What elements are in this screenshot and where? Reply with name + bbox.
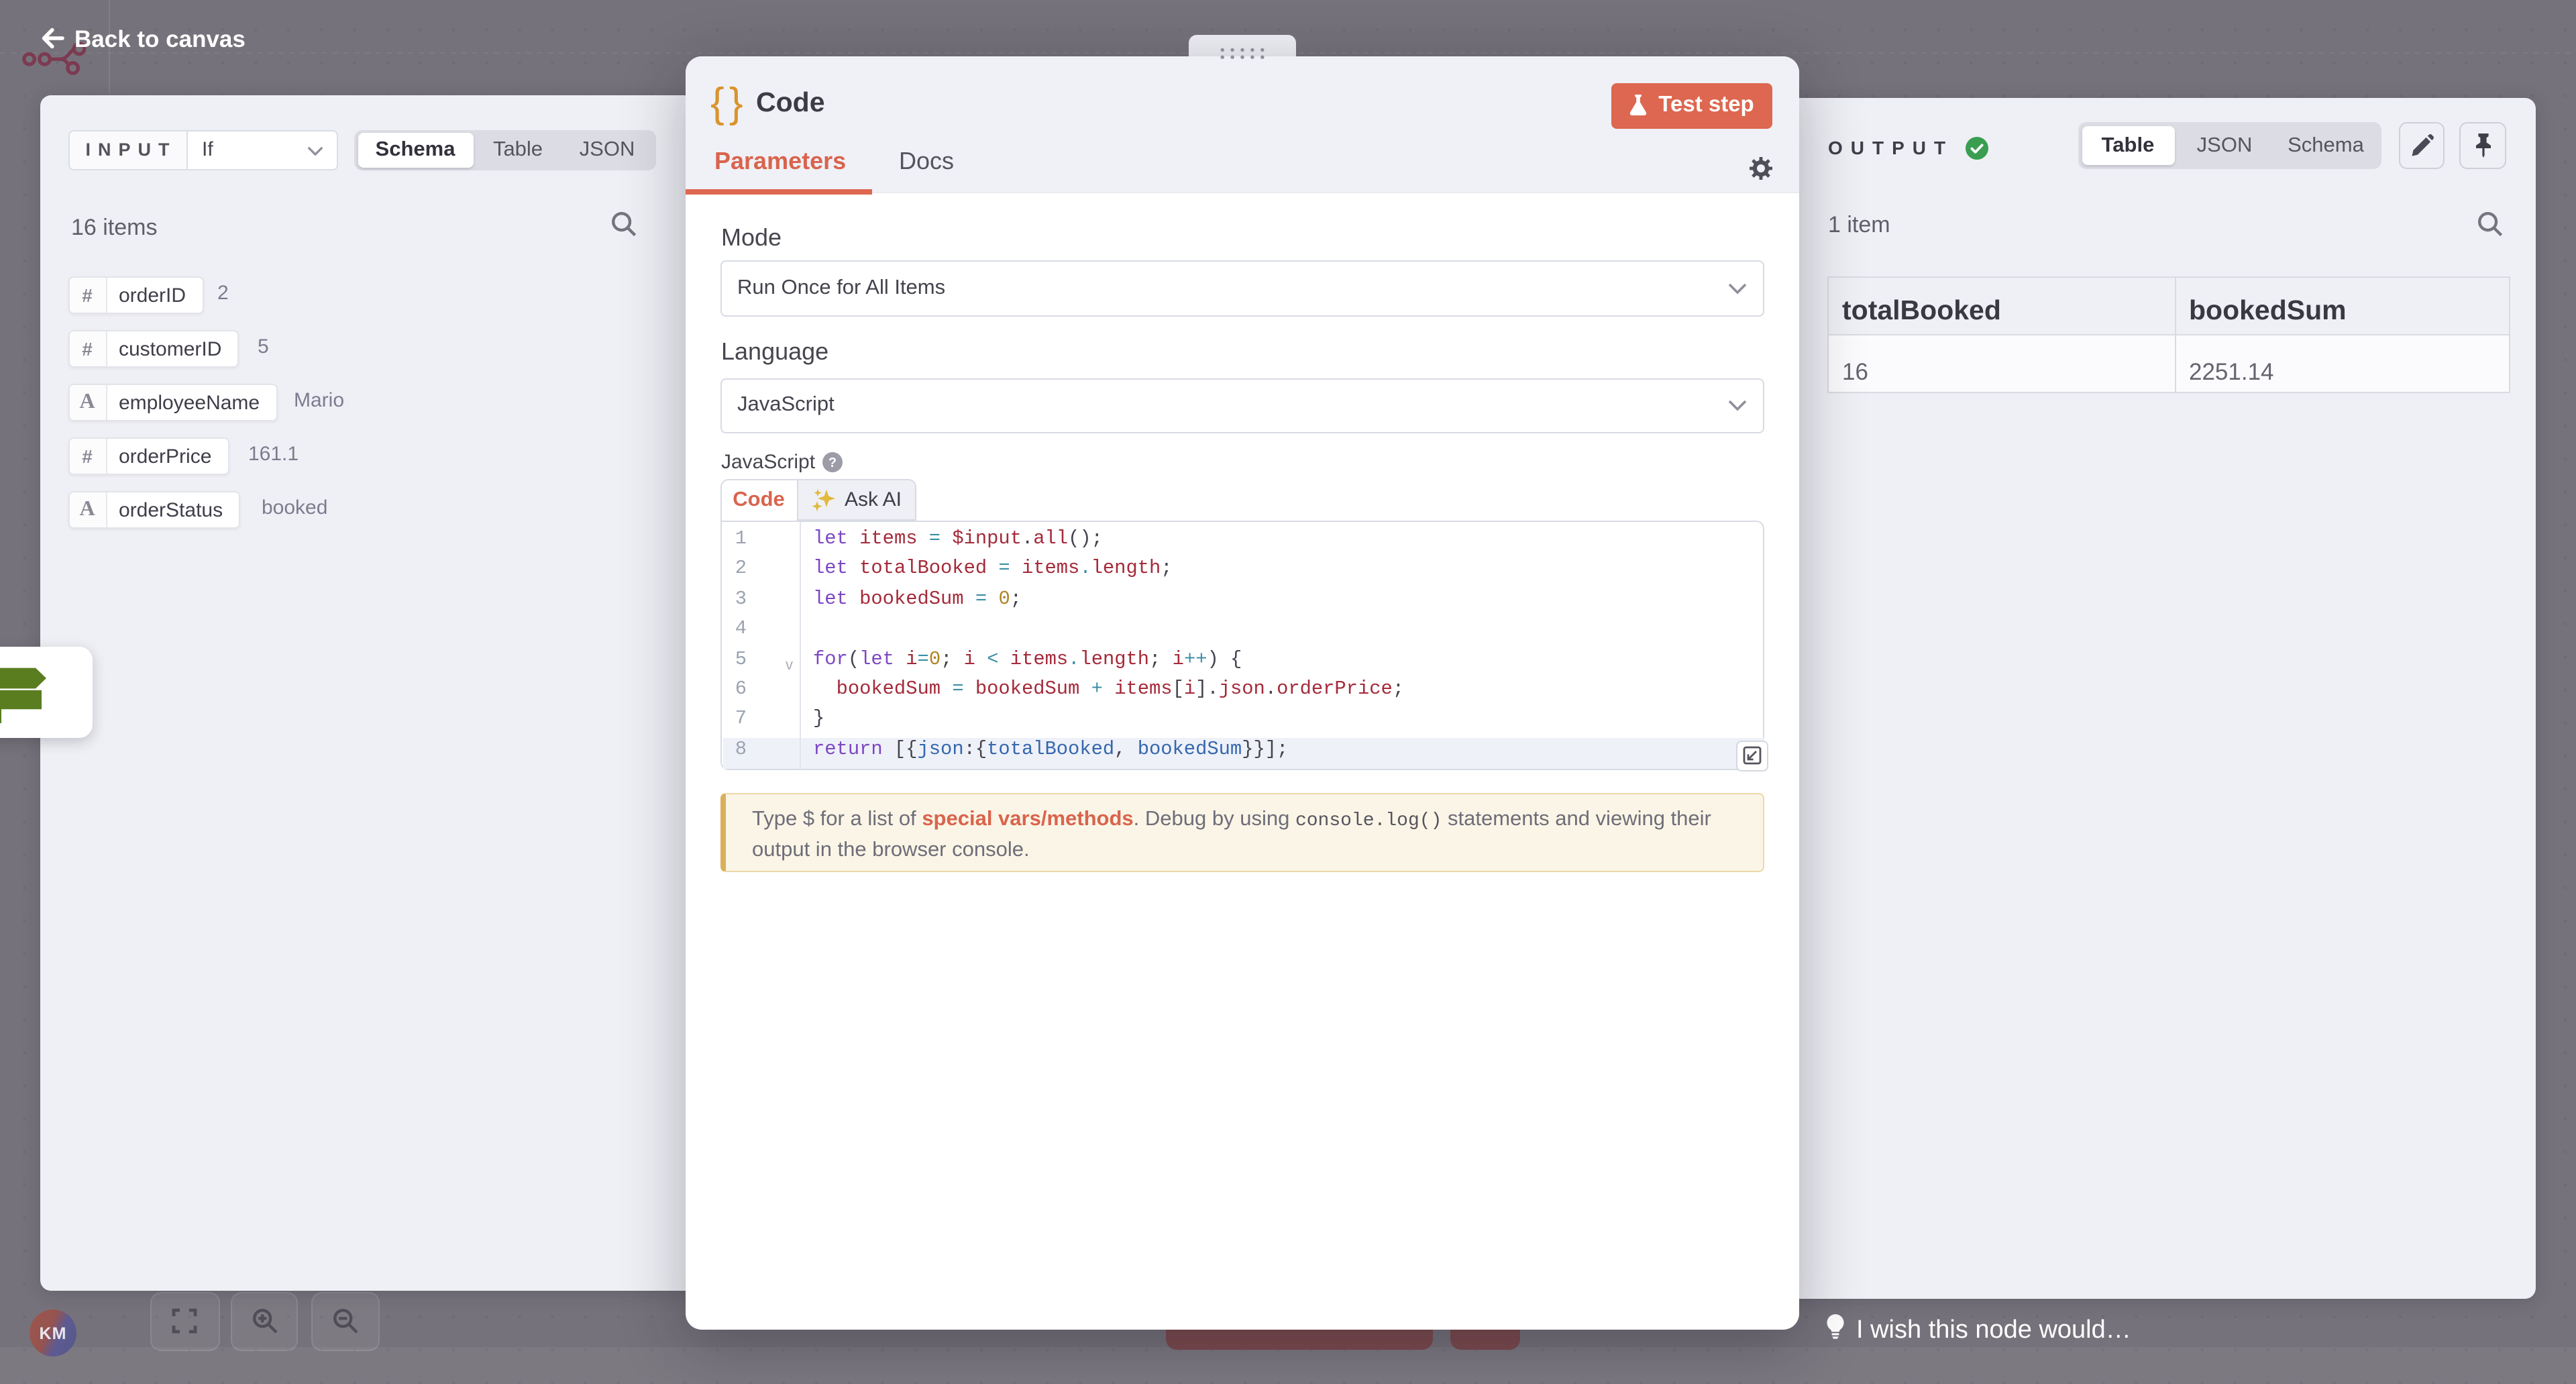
svg-text:?: ? [828,455,837,470]
